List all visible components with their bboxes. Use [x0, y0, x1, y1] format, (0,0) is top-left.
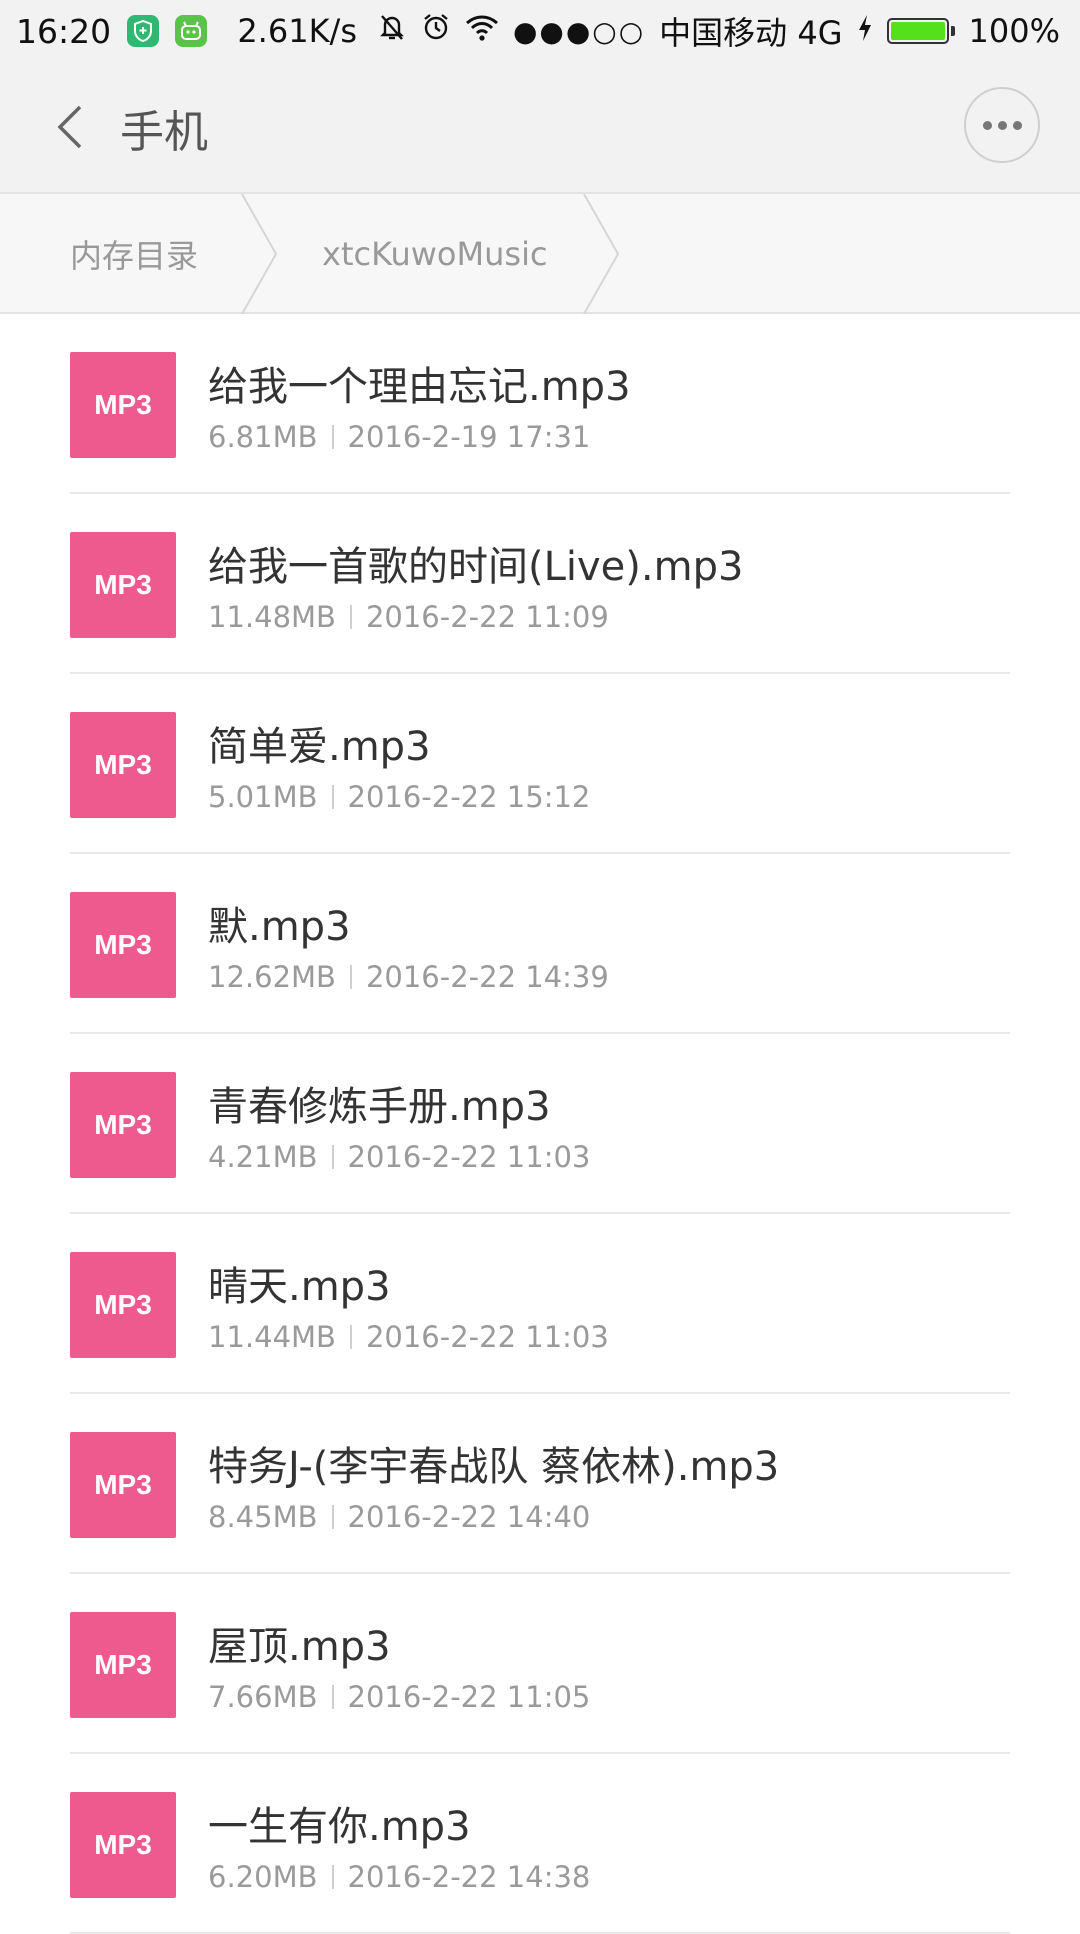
file-name: 青春修炼手册.mp3: [208, 1084, 551, 1130]
file-meta: 8.45MB 2016-2-22 14:40: [208, 1500, 590, 1534]
file-meta: 11.48MB 2016-2-22 11:09: [208, 600, 609, 634]
file-size: 11.44MB: [208, 1320, 336, 1354]
file-row[interactable]: MP3 给我一个理由忘记.mp3 6.81MB 2016-2-19 17:31: [70, 314, 1010, 494]
meta-divider: [349, 965, 352, 989]
meta-divider: [331, 1865, 334, 1889]
file-row[interactable]: MP3 一生有你.mp3 6.20MB 2016-2-22 14:38: [70, 1754, 1010, 1934]
alarm-icon: [421, 12, 451, 50]
file-row[interactable]: MP3 简单爱.mp3 5.01MB 2016-2-22 15:12: [70, 674, 1010, 854]
file-size: 6.20MB: [208, 1860, 318, 1894]
file-date: 2016-2-19 17:31: [347, 420, 591, 454]
mp3-file-icon: MP3: [70, 712, 176, 818]
signal-strength: ●●●○○: [513, 14, 646, 48]
breadcrumb-item-internal-storage[interactable]: 内存目录: [70, 194, 198, 314]
meta-divider: [331, 1685, 334, 1709]
wifi-icon: [465, 12, 499, 50]
mp3-file-icon: MP3: [70, 1072, 176, 1178]
more-options-button[interactable]: [964, 87, 1040, 163]
page-title: 手机: [120, 107, 208, 158]
file-row[interactable]: MP3 青春修炼手册.mp3 4.21MB 2016-2-22 11:03: [70, 1034, 1010, 1214]
breadcrumb-separator-icon: [241, 194, 278, 314]
mp3-file-icon: MP3: [70, 892, 176, 998]
back-button[interactable]: [40, 92, 100, 162]
meta-divider: [331, 425, 334, 449]
meta-divider: [331, 785, 334, 809]
net-speed: 2.61K/s: [237, 12, 357, 50]
status-time: 16:20: [16, 11, 112, 51]
file-name: 特务J-(李宇春战队 蔡依林).mp3: [208, 1444, 780, 1490]
file-name: 默.mp3: [208, 904, 351, 950]
file-name: 给我一首歌的时间(Live).mp3: [208, 544, 744, 590]
file-row[interactable]: MP3 特务J-(李宇春战队 蔡依林).mp3 8.45MB 2016-2-22 …: [70, 1394, 1010, 1574]
breadcrumb: 内存目录 xtcKuwoMusic: [0, 192, 1080, 314]
file-row[interactable]: MP3 默.mp3 12.62MB 2016-2-22 14:39: [70, 854, 1010, 1034]
file-date: 2016-2-22 11:05: [347, 1680, 591, 1714]
file-row[interactable]: MP3 屋顶.mp3 7.66MB 2016-2-22 11:05: [70, 1574, 1010, 1754]
file-size: 11.48MB: [208, 600, 336, 634]
file-date: 2016-2-22 11:03: [347, 1140, 591, 1174]
carrier-label: 中国移动 4G: [659, 14, 843, 52]
file-meta: 5.01MB 2016-2-22 15:12: [208, 780, 590, 814]
mp3-file-icon: MP3: [70, 1252, 176, 1358]
file-size: 4.21MB: [208, 1140, 318, 1174]
android-app-icon: [175, 15, 208, 47]
file-size: 7.66MB: [208, 1680, 318, 1714]
file-size: 5.01MB: [208, 780, 318, 814]
mp3-file-icon: MP3: [70, 532, 176, 638]
file-name: 屋顶.mp3: [208, 1624, 391, 1670]
status-bar: 16:20 2.61K/s ●●●○○ 中国移动 4G 100%: [0, 0, 1080, 62]
file-date: 2016-2-22 14:38: [347, 1860, 591, 1894]
meta-divider: [349, 605, 352, 629]
file-size: 8.45MB: [208, 1500, 318, 1534]
mp3-file-icon: MP3: [70, 352, 176, 458]
file-meta: 6.81MB 2016-2-19 17:31: [208, 420, 590, 454]
more-dots-icon: [982, 120, 992, 130]
file-name: 给我一个理由忘记.mp3: [208, 364, 631, 410]
file-name: 一生有你.mp3: [208, 1804, 471, 1850]
file-meta: 12.62MB 2016-2-22 14:39: [208, 960, 609, 994]
file-date: 2016-2-22 14:39: [365, 960, 609, 994]
file-size: 12.62MB: [208, 960, 336, 994]
mp3-file-icon: MP3: [70, 1612, 176, 1718]
file-meta: 4.21MB 2016-2-22 11:03: [208, 1140, 590, 1174]
breadcrumb-separator-icon: [583, 194, 620, 314]
file-meta: 11.44MB 2016-2-22 11:03: [208, 1320, 609, 1354]
charging-icon: [857, 12, 873, 50]
file-date: 2016-2-22 11:09: [365, 600, 609, 634]
breadcrumb-item-folder[interactable]: xtcKuwoMusic: [322, 194, 548, 314]
meta-divider: [331, 1505, 334, 1529]
meta-divider: [331, 1145, 334, 1169]
status-right-cluster: 2.61K/s ●●●○○ 中国移动 4G 100%: [237, 0, 1060, 62]
file-date: 2016-2-22 15:12: [347, 780, 591, 814]
mp3-file-icon: MP3: [70, 1432, 176, 1538]
file-meta: 6.20MB 2016-2-22 14:38: [208, 1860, 590, 1894]
file-row[interactable]: MP3 晴天.mp3 11.44MB 2016-2-22 11:03: [70, 1214, 1010, 1394]
battery-icon: [886, 18, 955, 44]
meta-divider: [349, 1325, 352, 1349]
battery-percent: 100%: [968, 12, 1060, 50]
chevron-left-icon: [57, 105, 82, 149]
file-row[interactable]: MP3 给我一首歌的时间(Live).mp3 11.48MB 2016-2-22 …: [70, 494, 1010, 674]
mp3-file-icon: MP3: [70, 1792, 176, 1898]
file-name: 晴天.mp3: [208, 1264, 391, 1310]
file-date: 2016-2-22 11:03: [365, 1320, 609, 1354]
title-bar: 手机: [0, 62, 1080, 192]
mute-bell-icon: [377, 12, 407, 50]
file-date: 2016-2-22 14:40: [347, 1500, 591, 1534]
file-name: 简单爱.mp3: [208, 724, 431, 770]
shield-app-icon: [127, 15, 160, 47]
file-list: MP3 给我一个理由忘记.mp3 6.81MB 2016-2-19 17:31 M…: [0, 314, 1080, 1934]
file-size: 6.81MB: [208, 420, 318, 454]
file-meta: 7.66MB 2016-2-22 11:05: [208, 1680, 590, 1714]
